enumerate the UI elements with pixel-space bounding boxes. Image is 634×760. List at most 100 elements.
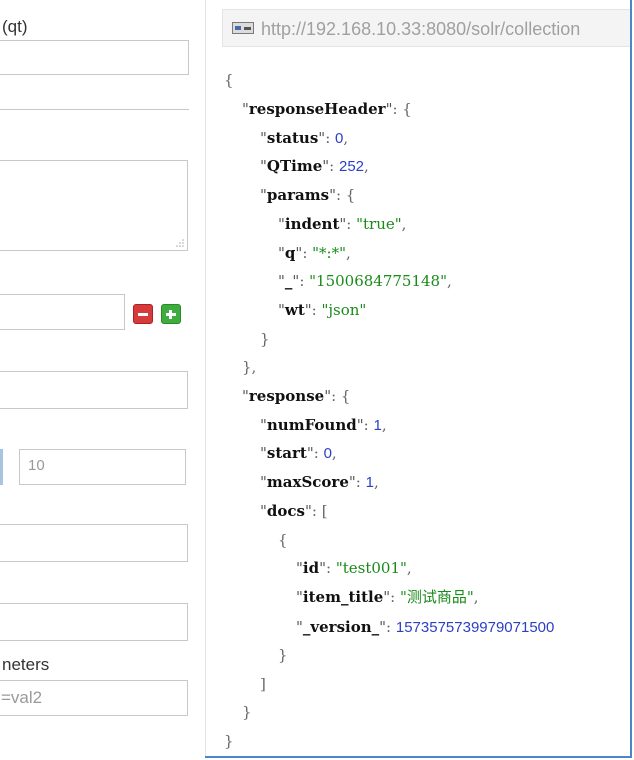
- remove-filter-button[interactable]: [133, 304, 153, 324]
- json-quote: ": [379, 618, 387, 636]
- raw-params-label: neters: [2, 655, 50, 674]
- json-punctuation: :: [386, 618, 396, 636]
- query-textarea[interactable]: [0, 160, 188, 251]
- json-key: indent: [284, 215, 340, 233]
- json-quote: ": [278, 301, 285, 319]
- json-line: "id": "test001",: [296, 558, 412, 578]
- json-key: status: [266, 129, 319, 147]
- query-form-panel: (qt) 10 neters =val2: [0, 0, 205, 760]
- json-string: "test001": [335, 559, 407, 577]
- json-line: "response": {: [242, 386, 350, 406]
- json-quote: ": [242, 100, 249, 118]
- json-key: _version_: [302, 618, 380, 636]
- json-punctuation: ]: [260, 675, 266, 693]
- json-punctuation: :: [329, 157, 339, 175]
- json-line: "_version_": 1573575739979071500: [296, 617, 554, 638]
- json-quote: ": [260, 416, 267, 434]
- json-punctuation: }: [242, 703, 252, 721]
- json-key: start: [266, 444, 307, 462]
- json-line: "start": 0,: [260, 443, 337, 464]
- json-key: numFound: [266, 416, 357, 434]
- json-punctuation: :: [325, 129, 336, 147]
- json-quote: ": [260, 186, 267, 204]
- json-punctuation: ,: [364, 157, 369, 175]
- json-line: ]: [260, 674, 266, 694]
- json-key: id: [302, 559, 320, 577]
- json-key: docs: [266, 502, 305, 520]
- json-key: maxScore: [266, 473, 349, 491]
- rows-input[interactable]: 10: [19, 449, 186, 485]
- json-string: "json": [321, 301, 367, 319]
- json-quote: ": [278, 272, 285, 290]
- json-number: 1: [373, 417, 382, 434]
- json-string: "测试商品": [399, 588, 474, 606]
- sort-input[interactable]: [0, 371, 188, 409]
- json-punctuation: {: [224, 71, 234, 89]
- json-key: item_title: [302, 588, 384, 606]
- json-punctuation: :: [311, 301, 322, 319]
- json-punctuation: :: [299, 272, 310, 290]
- request-handler-label: (qt): [2, 17, 28, 36]
- json-quote: ": [304, 502, 312, 520]
- json-punctuation: ,: [447, 272, 452, 290]
- json-line: }: [242, 702, 252, 722]
- json-punctuation: :: [346, 215, 357, 233]
- json-number: 252: [338, 158, 365, 175]
- json-string: "1500684775148": [309, 272, 448, 290]
- json-quote: ": [260, 157, 267, 175]
- json-quote: ": [306, 444, 314, 462]
- raw-params-input[interactable]: =val2: [0, 680, 188, 716]
- json-string: "*:*": [312, 244, 346, 262]
- start-input-edge[interactable]: [0, 449, 3, 485]
- json-line: }: [224, 731, 234, 751]
- json-punctuation: : [: [311, 502, 328, 520]
- json-quote: ": [260, 129, 267, 147]
- request-url[interactable]: http://192.168.10.33:8080/solr/collectio…: [261, 19, 580, 40]
- response-panel: http://192.168.10.33:8080/solr/collectio…: [206, 0, 630, 756]
- json-number: 1: [365, 474, 374, 491]
- json-quote: ": [242, 387, 249, 405]
- json-punctuation: : {: [335, 186, 356, 204]
- json-line: {: [224, 70, 234, 90]
- add-filter-button[interactable]: [161, 304, 181, 324]
- request-handler-input[interactable]: [0, 40, 189, 75]
- json-punctuation: {: [278, 531, 288, 549]
- json-punctuation: }: [260, 330, 270, 348]
- section-divider: [0, 109, 189, 110]
- request-url-bar[interactable]: http://192.168.10.33:8080/solr/collectio…: [222, 9, 630, 47]
- json-key: wt: [284, 301, 305, 319]
- json-number: 0: [323, 445, 332, 462]
- json-quote: ": [260, 502, 267, 520]
- json-line: "params": {: [260, 185, 355, 205]
- json-quote: ": [260, 444, 267, 462]
- json-punctuation: ,: [343, 129, 349, 147]
- filter-query-input[interactable]: [0, 294, 125, 330]
- json-number: 1573575739979071500: [395, 619, 555, 636]
- json-quote: ": [348, 473, 356, 491]
- json-punctuation: : {: [331, 387, 351, 405]
- document-link-icon: [232, 22, 254, 34]
- json-quote: ": [278, 244, 285, 262]
- json-quote: ": [329, 186, 336, 204]
- json-line: "docs": [: [260, 501, 328, 521]
- json-quote: ": [304, 301, 312, 319]
- json-key: response: [248, 387, 325, 405]
- json-key: params: [266, 186, 330, 204]
- json-line: }: [278, 645, 288, 665]
- json-line: {: [278, 530, 288, 550]
- json-quote: ": [356, 416, 364, 434]
- json-key: q: [284, 244, 296, 262]
- json-punctuation: ,: [331, 444, 337, 462]
- json-line: "responseHeader": {: [242, 99, 412, 119]
- field-list-input[interactable]: [0, 524, 188, 562]
- json-line: "q": "*:*",: [278, 243, 351, 263]
- json-punctuation: :: [313, 444, 324, 462]
- json-line: "item_title": "测试商品",: [296, 587, 479, 607]
- df-input[interactable]: [0, 603, 188, 641]
- json-line: "status": 0,: [260, 128, 348, 149]
- json-punctuation: ,: [406, 559, 412, 577]
- json-key: QTime: [266, 157, 323, 175]
- resize-grip-icon[interactable]: [176, 239, 184, 247]
- json-quote: ": [260, 473, 267, 491]
- json-punctuation: ,: [401, 215, 407, 233]
